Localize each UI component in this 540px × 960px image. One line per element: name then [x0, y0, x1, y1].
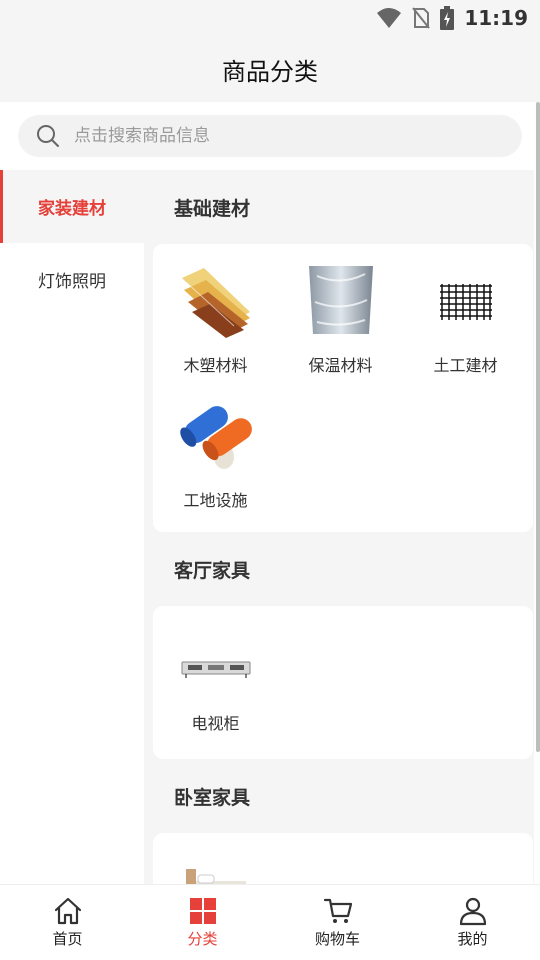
category-item-label: 木塑材料 [183, 356, 248, 375]
scrollbar-thumb[interactable] [536, 102, 540, 752]
sidebar-item-home-building-materials[interactable]: 家装建材 [0, 170, 144, 243]
battery-charging-icon [440, 6, 455, 30]
user-icon [459, 897, 486, 926]
category-item-geotechnical[interactable]: 土工建材 [403, 262, 528, 397]
category-item-bed[interactable] [153, 863, 278, 884]
search-bar [0, 102, 540, 170]
section-title: 客厅家具 [174, 559, 251, 582]
category-card: 木塑材料 保温材料 土工建材 工地设施 [153, 244, 533, 532]
tab-cart[interactable]: 购物车 [270, 885, 405, 960]
status-bar: 11:19 [0, 0, 540, 36]
site-facilities-thumbnail [178, 397, 254, 473]
category-item-tv-cabinet[interactable]: 电视柜 [153, 636, 278, 741]
category-item-wood-plastic[interactable]: 木塑材料 [153, 262, 278, 397]
insulation-thumbnail [303, 262, 379, 338]
bottom-tab-bar: 首页 分类 购物车 我的 [0, 884, 540, 960]
category-item-label: 工地设施 [183, 491, 248, 510]
sidebar-item-label: 家装建材 [38, 199, 106, 219]
category-item-label: 保温材料 [308, 356, 373, 375]
tab-label: 我的 [457, 930, 488, 948]
category-item-insulation[interactable]: 保温材料 [278, 262, 403, 397]
tab-home[interactable]: 首页 [0, 885, 135, 960]
sidebar-item-label: 灯饰照明 [38, 272, 106, 292]
tab-label: 分类 [187, 930, 218, 948]
no-sim-icon [412, 7, 431, 29]
tab-profile[interactable]: 我的 [405, 885, 540, 960]
search-input[interactable] [74, 126, 474, 146]
section-title: 卧室家具 [174, 786, 251, 809]
bed-thumbnail [178, 863, 254, 884]
tv-cabinet-thumbnail [178, 636, 254, 696]
category-item-site-facilities[interactable]: 工地设施 [153, 397, 278, 532]
wifi-icon [377, 8, 402, 28]
page-header: 商品分类 [0, 36, 540, 102]
geotechnical-thumbnail [428, 262, 504, 338]
category-card: 电视柜 [153, 606, 533, 759]
sidebar-item-lighting[interactable]: 灯饰照明 [0, 243, 144, 316]
page-title: 商品分类 [222, 57, 318, 86]
home-icon [54, 897, 81, 925]
tab-label: 购物车 [314, 930, 360, 948]
category-content: 基础建材 木塑材料 保温材料 土工建材 工地设施 客厅家具 电视柜 卧室家具 [144, 170, 540, 884]
wood-plastic-thumbnail [178, 262, 254, 338]
status-time: 11:19 [464, 6, 528, 30]
category-card [153, 833, 533, 884]
tab-category[interactable]: 分类 [135, 885, 270, 960]
tab-label: 首页 [52, 930, 83, 948]
search-box[interactable] [18, 115, 522, 157]
search-icon [37, 125, 59, 147]
cart-icon [323, 898, 352, 923]
category-item-label: 电视柜 [191, 714, 240, 733]
category-sidebar: 家装建材 灯饰照明 [0, 170, 144, 884]
category-item-label: 土工建材 [433, 356, 498, 375]
scrollbar[interactable] [534, 102, 540, 884]
category-grid-icon [189, 898, 216, 924]
section-title: 基础建材 [174, 197, 251, 220]
